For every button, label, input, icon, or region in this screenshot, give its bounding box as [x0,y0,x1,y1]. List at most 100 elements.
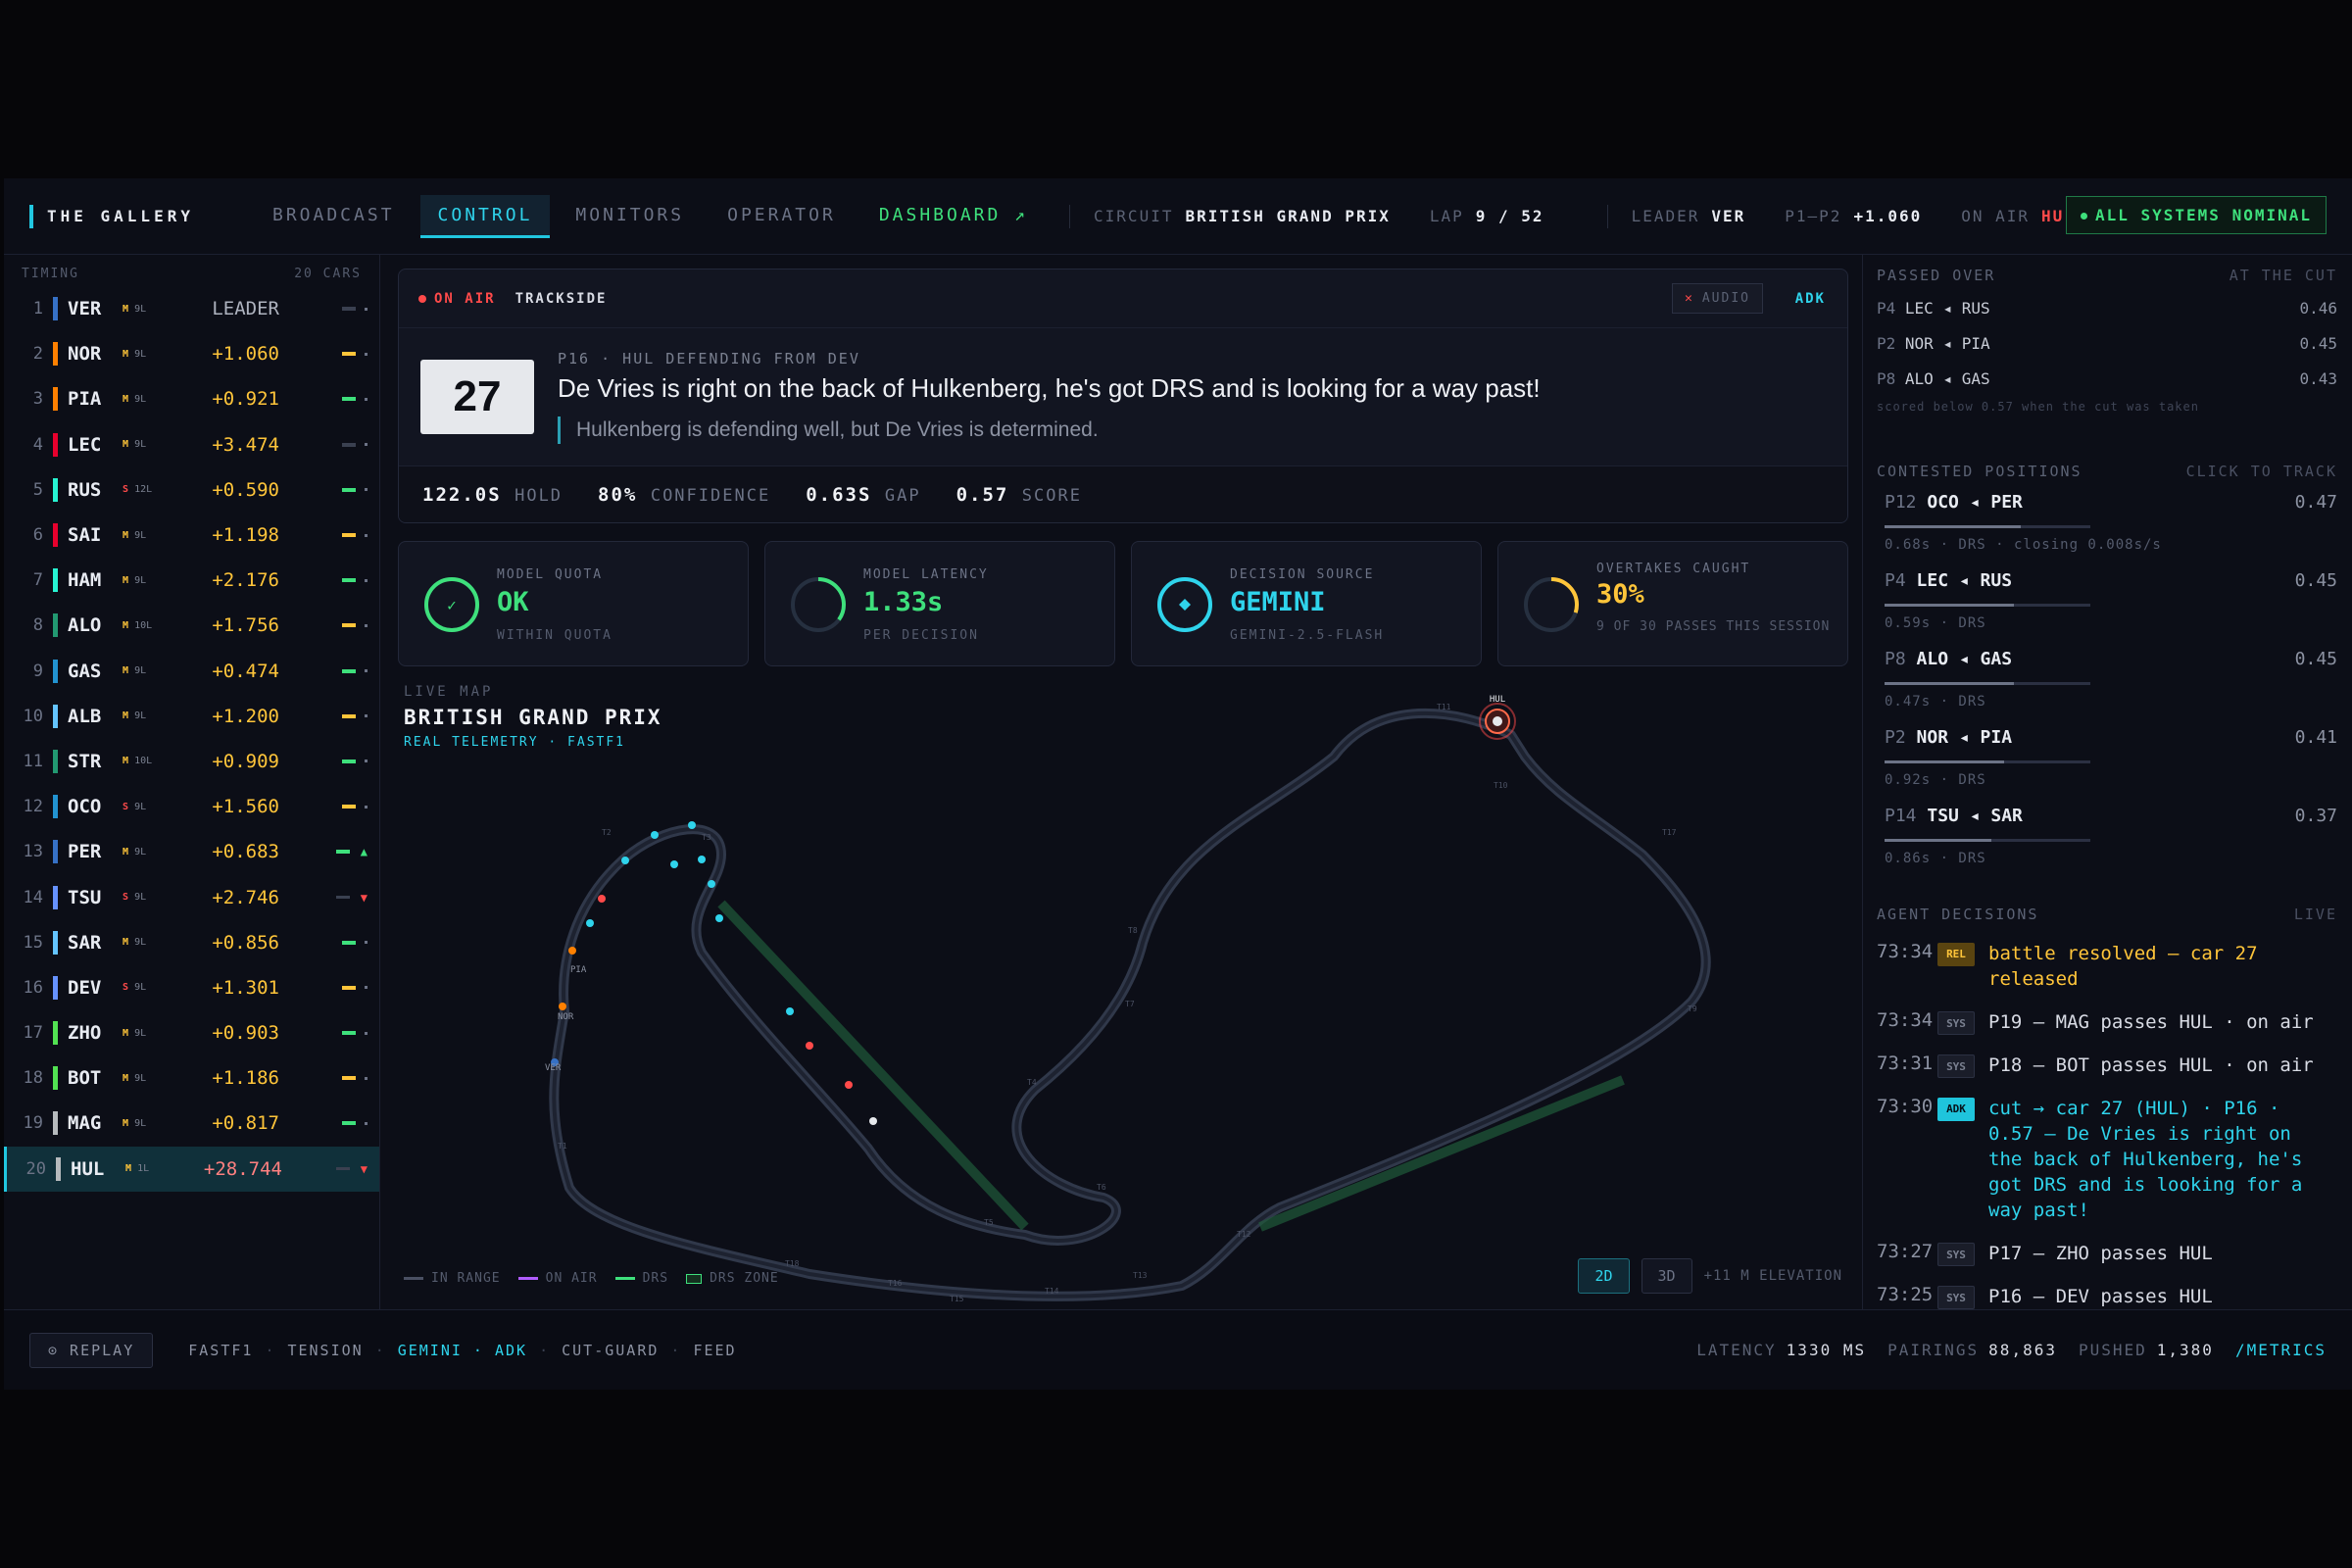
tab-operator[interactable]: OPERATOR [710,195,854,238]
timing-row[interactable]: 7 HAM M 9L +2.176 [4,558,379,603]
timing-row[interactable]: 13 PER M 9L +0.683 ▲ [4,829,379,874]
tab-broadcast[interactable]: BROADCAST [255,195,413,238]
timing-row[interactable]: 17 ZHO M 9L +0.903 [4,1010,379,1055]
tyre-laps: 10L [134,756,153,767]
pipeline-feed[interactable]: FEED [693,1342,736,1359]
timing-row[interactable]: 19 MAG M 9L +0.817 [4,1101,379,1146]
decision-row[interactable]: 73:31 SYS P18 — BOT passes HUL · on air [1877,1053,2352,1078]
tyre-compound: M [122,529,129,541]
car-marker[interactable] [869,1117,877,1125]
tab-control[interactable]: CONTROL [419,194,551,238]
decision-row[interactable]: 73:25 SYS P16 — DEV passes HUL [1877,1284,2352,1309]
track-map[interactable]: HUL PIA NOR VER T1 T2 T3 T4 T5 T6 T7 T8 … [398,678,1848,1305]
tyre-laps: 9L [134,801,147,812]
car-marker[interactable] [708,880,715,888]
pipeline-tension[interactable]: TENSION [287,1342,363,1359]
timing-row[interactable]: 1 VER M 9L LEADER [4,286,379,331]
timing-pos: 1 [32,299,43,319]
timing-pos: 16 [23,977,43,998]
decision-row[interactable]: 73:34 SYS P19 — MAG passes HUL · on air [1877,1009,2352,1035]
decisions-section: AGENT DECISIONS LIVE 73:34 REL battle reso… [1877,906,2352,1327]
timing-row[interactable]: 11 STR M 10L +0.909 [4,739,379,784]
car-marker[interactable] [670,860,678,868]
timing-row[interactable]: 3 PIA M 9L +0.921 [4,376,379,421]
timing-row[interactable]: 2 NOR M 9L +1.060 [4,331,379,376]
timing-row[interactable]: 14 TSU S 9L +2.746 ▼ [4,874,379,919]
driver-code: BOT [68,1067,102,1090]
car-marker[interactable] [621,857,629,864]
decision-row[interactable]: 73:34 REL battle resolved — car 27 release… [1877,941,2352,992]
car-marker[interactable] [568,947,576,955]
decision-time: 73:30 [1877,1096,1934,1117]
car-marker[interactable] [845,1081,853,1089]
timing-row[interactable]: 20 HUL M 1L +28.744 ▼ [4,1146,379,1192]
legend-swatch [614,1277,635,1280]
contested-row[interactable]: P12 OCO ◂ PER 0.47 0.68s · DRS · closing 0… [1877,484,2352,563]
system-status-badge[interactable]: ALL SYSTEMS NOMINAL [2065,196,2327,234]
audio-button[interactable]: ✕ AUDIO [1672,283,1763,314]
decision-row[interactable]: 73:27 SYS P17 — ZHO passes HUL [1877,1241,2352,1266]
timing-gap: +0.921 [212,388,279,411]
timing-row[interactable]: 12 OCO S 9L +1.560 [4,784,379,829]
timing-row[interactable]: 15 SAR M 9L +0.856 [4,920,379,965]
team-color-bar [53,1021,58,1046]
map-label: LIVE MAP [404,684,494,700]
gap-dot [365,1076,368,1080]
legend-in-range: IN RANGE [404,1271,501,1286]
car-label-pia: PIA [570,965,587,975]
contested-score: 0.47 [2294,492,2337,513]
car-marker[interactable] [598,895,606,903]
pipeline-gemini-adk[interactable]: GEMINI · ADK [398,1342,527,1359]
timing-row[interactable]: 8 ALO M 10L +1.756 [4,603,379,648]
tab-dashboard[interactable]: DASHBOARD ↗ [861,195,1046,238]
timing-row[interactable]: 5 RUS S 12L +0.590 [4,467,379,513]
replay-button[interactable]: ⊙ REPLAY [29,1332,154,1368]
passed-over-row[interactable]: P2 NOR ◂ PIA 0.45 [1877,325,2352,361]
metrics-link[interactable]: /METRICS [2235,1341,2327,1359]
view-3d-button[interactable]: 3D [1641,1258,1692,1294]
gap-dot [365,352,368,356]
metric-sub: GEMINI-2.5-FLASH [1230,628,1385,643]
contested-row[interactable]: P4 LEC ◂ RUS 0.45 0.59s · DRS [1877,563,2352,641]
pipeline-cut-guard[interactable]: CUT-GUARD [562,1342,659,1359]
stat-value: 0.57 [956,483,1009,506]
pipeline-fastf1[interactable]: FASTF1 [188,1342,253,1359]
contested-row[interactable]: P8 ALO ◂ GAS 0.45 0.47s · DRS [1877,641,2352,719]
car-marker[interactable] [806,1042,813,1050]
car-marker[interactable] [698,856,706,863]
timing-row[interactable]: 9 GAS M 9L +0.474 [4,649,379,694]
decision-badge: SYS [1937,1011,1975,1035]
passed-over-row[interactable]: P8 ALO ◂ GAS 0.43 [1877,361,2352,396]
view-2d-button[interactable]: 2D [1578,1258,1630,1294]
latency-label: LATENCY [1696,1341,1777,1359]
car-marker[interactable] [786,1007,794,1015]
passed-over-row[interactable]: P4 LEC ◂ RUS 0.46 [1877,290,2352,325]
timing-row[interactable]: 16 DEV S 9L +1.301 [4,965,379,1010]
contested-top: P4 LEC ◂ RUS 0.45 [1885,563,2337,591]
timing-list: 1 VER M 9L LEADER 2 NOR M 9L +1.060 3 PIA M 9L +0.9… [4,286,379,1192]
car-label-hul: HUL [1490,695,1505,705]
car-marker[interactable] [559,1003,566,1010]
car-marker[interactable] [715,914,723,922]
car-marker[interactable] [651,831,659,839]
turn-label: T3 [702,833,711,842]
contested-row[interactable]: P2 NOR ◂ PIA 0.41 0.92s · DRS [1877,719,2352,798]
timing-row[interactable]: 4 LEC M 9L +3.474 [4,422,379,467]
driver-code: PER [68,841,102,863]
contested-bar [1885,839,2090,842]
contested-row[interactable]: P14 TSU ◂ SAR 0.37 0.86s · DRS [1877,798,2352,876]
pass-pair: P2 NOR ◂ PIA [1877,334,1990,353]
timing-row[interactable]: 6 SAI M 9L +1.198 [4,513,379,558]
car-marker[interactable] [688,821,696,829]
live-map[interactable]: HUL PIA NOR VER T1 T2 T3 T4 T5 T6 T7 T8 … [398,678,1848,1305]
decision-time: 73:34 [1877,1009,1934,1031]
car-marker[interactable] [586,919,594,927]
agent-tag: ADK [1794,291,1826,307]
decision-row[interactable]: 73:30 ADK cut → car 27 (HUL) · P16 · 0.57 … [1877,1096,2352,1223]
timing-row[interactable]: 18 BOT M 9L +1.186 [4,1055,379,1101]
tab-monitors[interactable]: MONITORS [558,195,702,238]
passed-over-right: AT THE CUT [2229,267,2337,284]
turn-label: T17 [1662,828,1677,837]
timing-gap: +1.301 [212,976,279,999]
timing-row[interactable]: 10 ALB M 9L +1.200 [4,694,379,739]
